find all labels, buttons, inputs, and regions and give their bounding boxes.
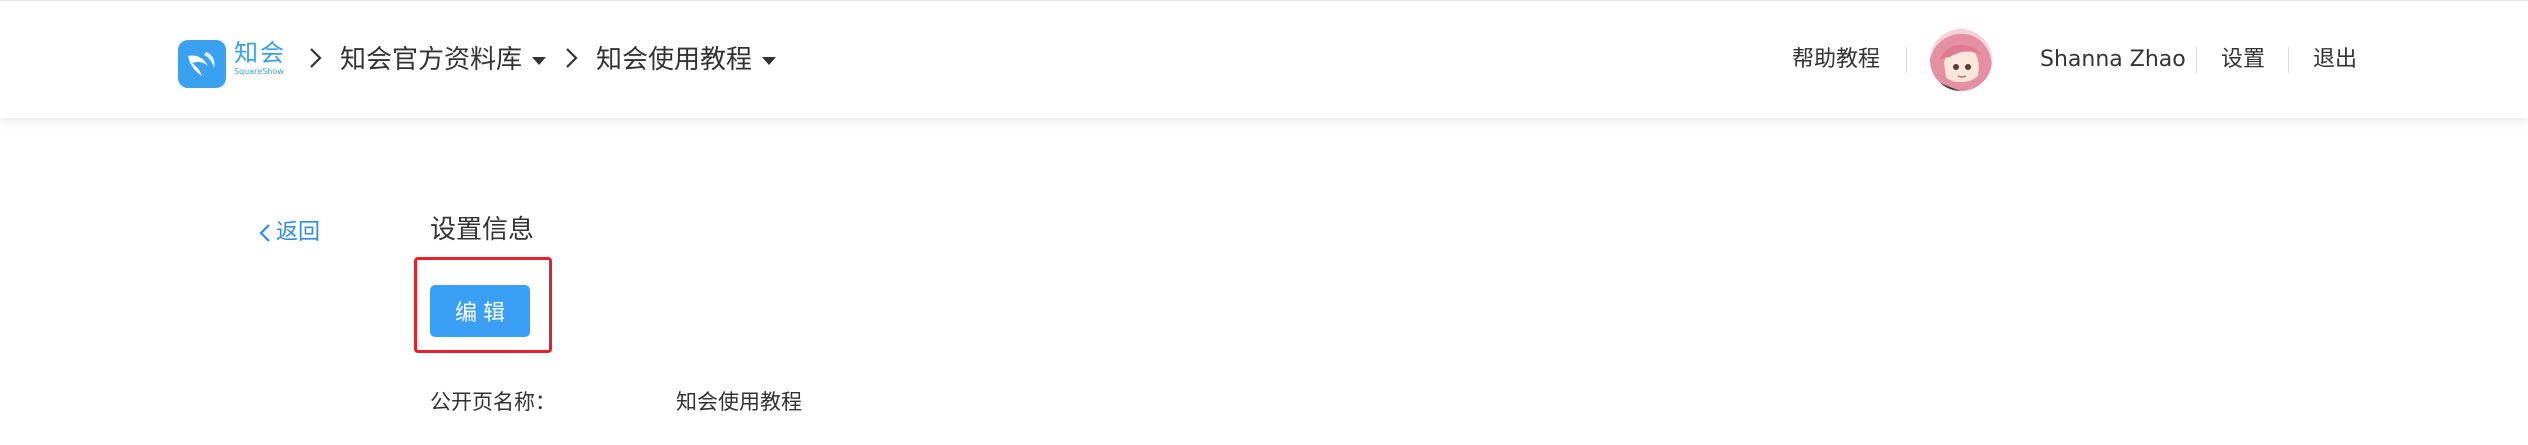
field-label-public-page-name: 公开页名称： xyxy=(430,390,556,414)
field-value-public-page-name: 知会使用教程 xyxy=(676,390,802,414)
divider xyxy=(1906,47,1907,73)
avatar[interactable] xyxy=(1930,29,1992,91)
logo-icon[interactable] xyxy=(178,40,226,88)
logo-name: 知会 xyxy=(234,39,286,67)
user-name[interactable]: Shanna Zhao xyxy=(2040,45,2186,75)
logo-wordmark[interactable]: 知会 SquareShow xyxy=(234,39,294,77)
back-link[interactable]: 返回 xyxy=(258,218,320,248)
logout-link[interactable]: 退出 xyxy=(2313,45,2357,75)
caret-down-icon[interactable] xyxy=(532,57,546,65)
chevron-right-icon xyxy=(564,45,580,78)
divider xyxy=(2288,47,2289,73)
top-navigation-bar: 知会 SquareShow 知会官方资料库 知会使用教程 帮助教程 Shanna… xyxy=(0,0,2528,118)
caret-down-icon[interactable] xyxy=(762,57,776,65)
back-label: 返回 xyxy=(276,220,321,245)
settings-link[interactable]: 设置 xyxy=(2221,45,2265,75)
logo-subtitle: SquareShow xyxy=(234,67,284,76)
chevron-right-icon xyxy=(308,45,324,78)
breadcrumb-item-library[interactable]: 知会官方资料库 xyxy=(340,43,522,77)
divider xyxy=(2196,47,2197,73)
breadcrumb-item-tutorial[interactable]: 知会使用教程 xyxy=(596,43,752,77)
section-title: 设置信息 xyxy=(430,215,535,245)
chevron-left-icon xyxy=(259,224,270,242)
edit-button[interactable]: 编辑 xyxy=(430,285,530,337)
help-tutorial-link[interactable]: 帮助教程 xyxy=(1792,45,1880,75)
